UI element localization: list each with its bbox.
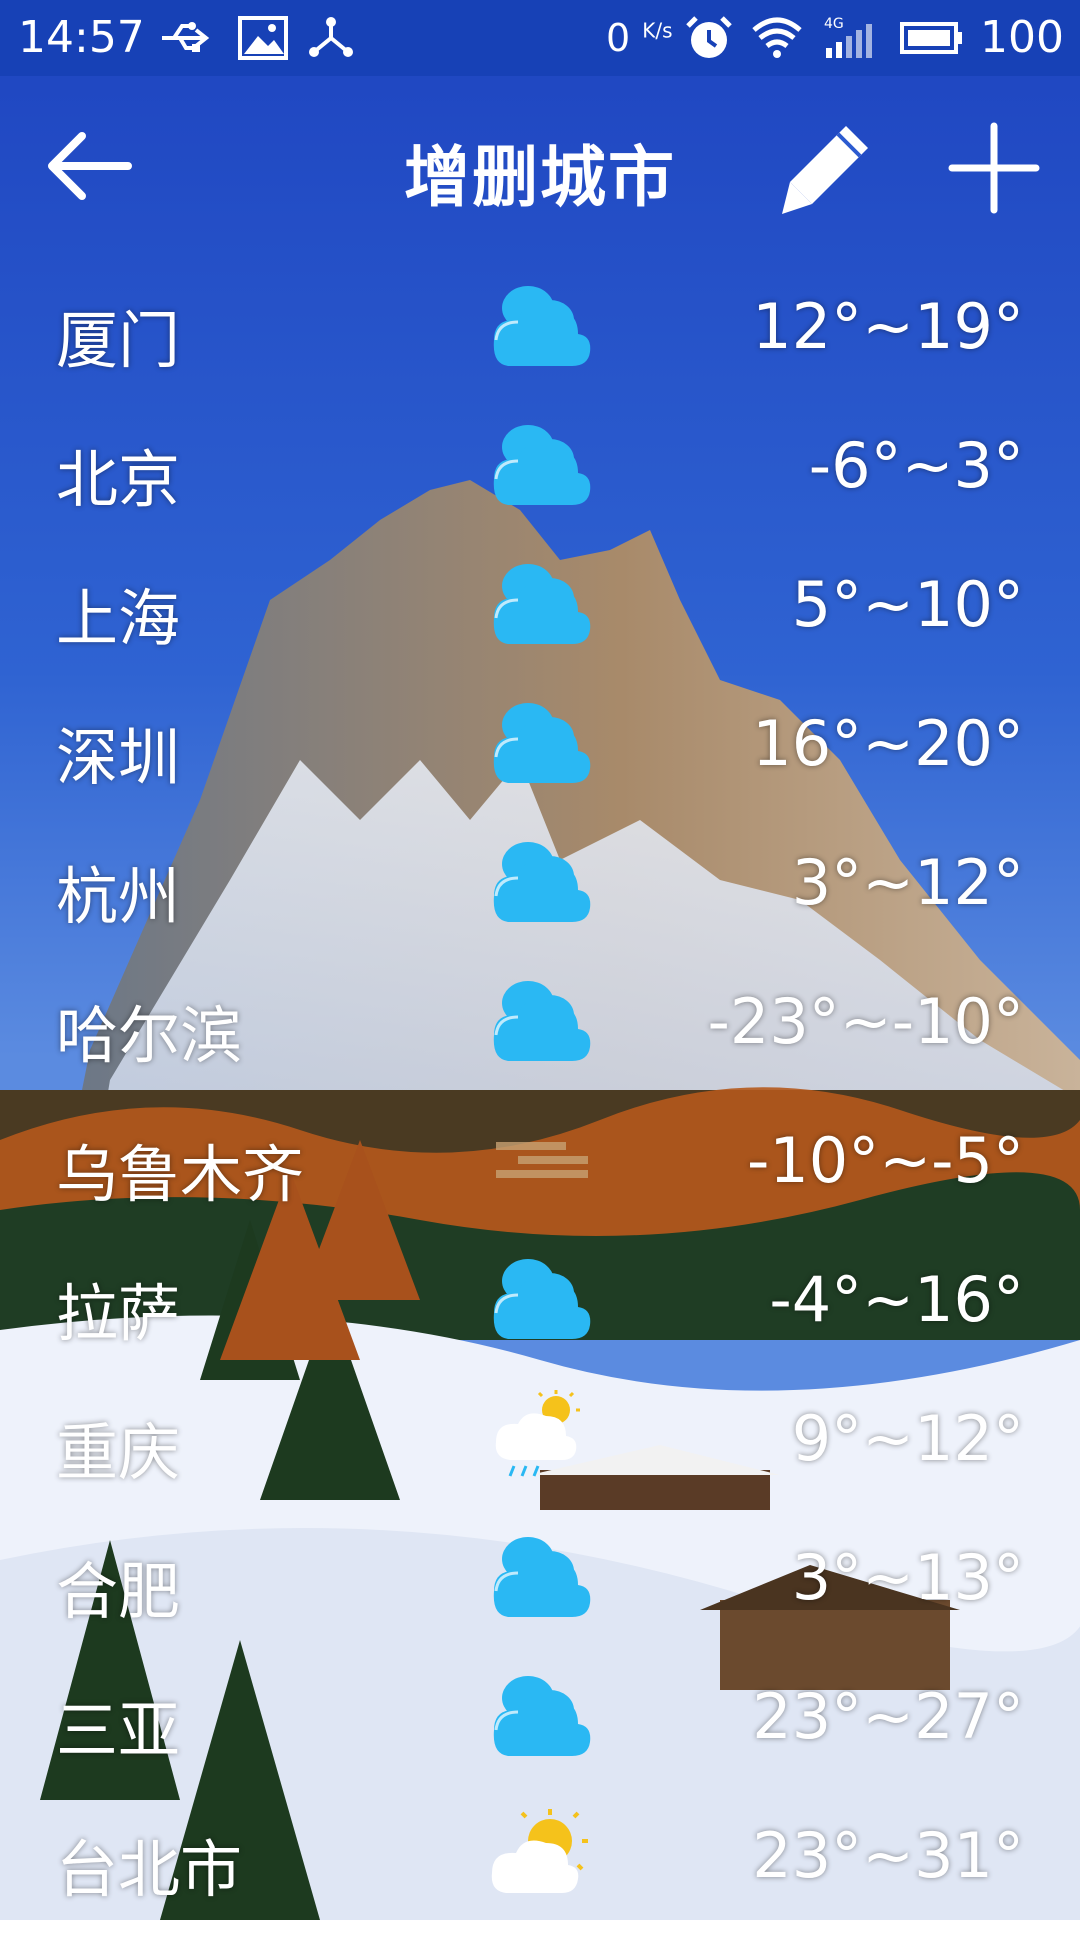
image-icon [238, 16, 288, 60]
cloudy-icon [488, 278, 596, 368]
cloudy-icon [488, 834, 596, 924]
city-name: 乌鲁木齐 [56, 1138, 305, 1211]
temperature-range: 5°~10° [791, 568, 1024, 641]
city-name: 深圳 [56, 721, 181, 794]
temperature-range: -10°~-5° [746, 1124, 1024, 1197]
page-title: 增删城市 [404, 139, 676, 216]
temperature-range: 23°~31° [752, 1819, 1024, 1892]
city-name: 哈尔滨 [56, 999, 243, 1072]
share-hub-icon [309, 17, 353, 57]
city-name: 重庆 [56, 1416, 181, 1489]
temperature-range: 23°~27° [752, 1680, 1024, 1753]
city-name: 北京 [56, 443, 181, 516]
cloudy-icon [488, 417, 596, 507]
wifi-icon [752, 17, 802, 58]
city-row[interactable]: 合肥 3°~13° [0, 1521, 1080, 1660]
city-name: 上海 [56, 582, 181, 655]
city-row[interactable]: 乌鲁木齐 -10°~-5° [0, 1104, 1080, 1243]
signal-icon: 4G [824, 16, 872, 58]
city-row[interactable]: 台北市 23°~31° [0, 1799, 1080, 1938]
temperature-range: -6°~3° [808, 429, 1024, 502]
city-name: 拉萨 [56, 1277, 181, 1350]
city-list: 厦门 12°~19° 北京 -6°~3° 上海 5°~10° 深圳 16°~20° 杭州 3°~1… [0, 270, 1080, 1938]
sun-shower-icon [488, 1390, 596, 1480]
city-name: 三亚 [56, 1694, 181, 1767]
partly-sunny-icon [488, 1807, 596, 1897]
temperature-range: -4°~16° [769, 1263, 1024, 1336]
cloudy-icon [488, 1668, 596, 1758]
city-row[interactable]: 三亚 23°~27° [0, 1660, 1080, 1799]
add-city-button[interactable] [944, 118, 1044, 218]
alarm-icon [686, 16, 732, 58]
network-type-label: 4G [824, 16, 844, 32]
city-row[interactable]: 拉萨 -4°~16° [0, 1243, 1080, 1382]
city-row[interactable]: 哈尔滨 -23°~-10° [0, 965, 1080, 1104]
battery-icon [900, 22, 962, 54]
temperature-range: -23°~-10° [707, 985, 1024, 1058]
temperature-range: 9°~12° [791, 1402, 1024, 1475]
city-name: 厦门 [56, 304, 181, 377]
cloudy-icon [488, 556, 596, 646]
cloudy-icon [488, 695, 596, 785]
cloudy-icon [488, 1529, 596, 1619]
haze-icon [488, 1112, 596, 1202]
city-name: 台北市 [56, 1833, 243, 1906]
temperature-range: 3°~12° [791, 846, 1024, 919]
battery-percentage: 100 [980, 12, 1064, 63]
status-time: 14:57 [18, 12, 145, 63]
city-row[interactable]: 厦门 12°~19° [0, 270, 1080, 409]
usb-icon [162, 22, 210, 52]
status-bar: 14:57 0 K/s 4G 100 [0, 0, 1080, 76]
cloudy-icon [488, 1251, 596, 1341]
temperature-range: 3°~13° [791, 1541, 1024, 1614]
temperature-range: 12°~19° [752, 290, 1024, 363]
city-row[interactable]: 重庆 9°~12° [0, 1382, 1080, 1521]
cloudy-icon [488, 973, 596, 1063]
city-row[interactable]: 上海 5°~10° [0, 548, 1080, 687]
top-app-bar: 增删城市 [0, 76, 1080, 256]
pencil-icon [782, 126, 868, 214]
city-name: 杭州 [56, 860, 181, 933]
city-row[interactable]: 深圳 16°~20° [0, 687, 1080, 826]
city-row[interactable]: 杭州 3°~12° [0, 826, 1080, 965]
network-speed: 0 K/s [606, 16, 673, 60]
city-name: 合肥 [56, 1555, 181, 1628]
edit-button[interactable] [776, 118, 876, 218]
temperature-range: 16°~20° [752, 707, 1024, 780]
city-row[interactable]: 北京 -6°~3° [0, 409, 1080, 548]
